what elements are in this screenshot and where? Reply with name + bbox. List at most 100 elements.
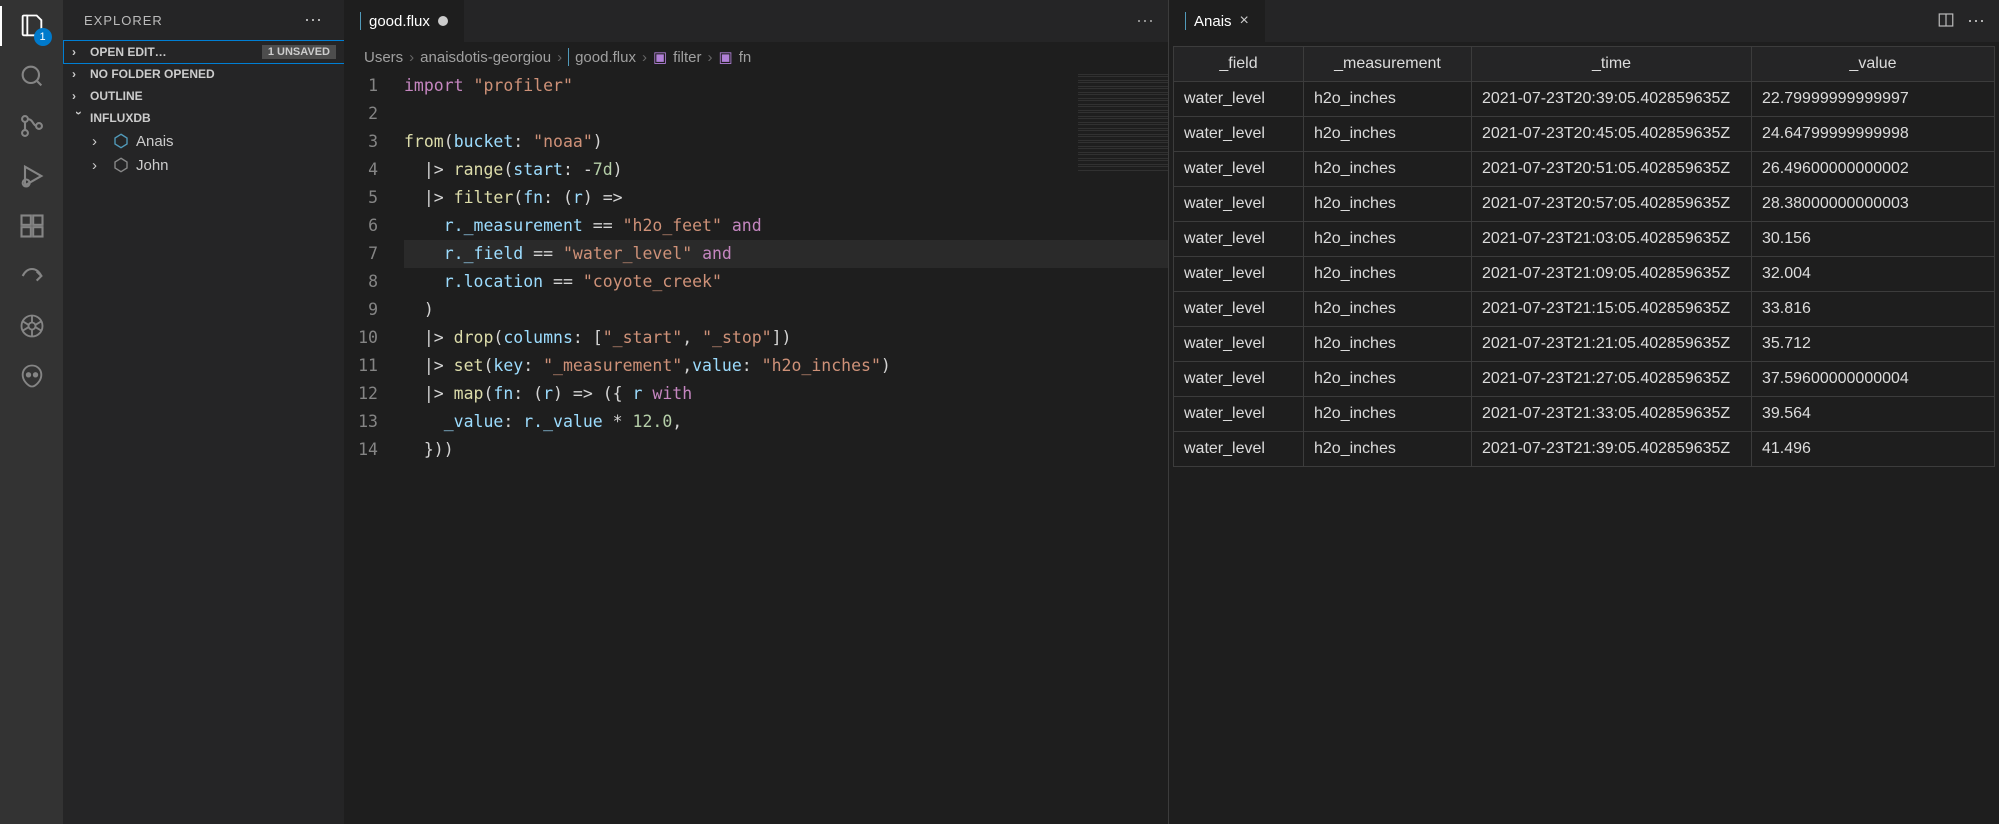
table-cell: 28.38000000000003 (1752, 187, 1995, 222)
chevron-right-icon: › (92, 133, 106, 150)
code-line[interactable] (404, 100, 1168, 128)
open-editors-section[interactable]: › OPEN EDIT… 1 UNSAVED (64, 41, 344, 63)
table-row[interactable]: water_levelh2o_inches2021-07-23T20:39:05… (1174, 82, 1995, 117)
table-cell: h2o_inches (1304, 222, 1472, 257)
line-gutter: 1234567891011121314 (344, 72, 404, 824)
code-content[interactable]: import "profiler" from(bucket: "noaa") |… (404, 72, 1168, 824)
main-split: good.flux ⋯ Users› anaisdotis-georgiou› … (344, 0, 1999, 824)
results-table-wrap[interactable]: _field_measurement_time_value water_leve… (1169, 42, 1999, 824)
table-row[interactable]: water_levelh2o_inches2021-07-23T21:15:05… (1174, 292, 1995, 327)
tab-anais-data[interactable]: Anais × (1169, 0, 1266, 42)
minimap[interactable] (1078, 72, 1168, 172)
table-cell: 2021-07-23T21:15:05.402859635Z (1472, 292, 1752, 327)
table-row[interactable]: water_levelh2o_inches2021-07-23T21:33:05… (1174, 397, 1995, 432)
code-line[interactable]: |> map(fn: (r) => ({ r with (404, 380, 1168, 408)
table-cell: h2o_inches (1304, 292, 1472, 327)
symbol-icon: ▣ (719, 48, 733, 66)
code-line[interactable]: from(bucket: "noaa") (404, 128, 1168, 156)
line-number: 11 (344, 352, 378, 380)
tree-item-label: John (136, 157, 169, 174)
column-header[interactable]: _field (1174, 47, 1304, 82)
code-editor[interactable]: 1234567891011121314 import "profiler" fr… (344, 72, 1168, 824)
table-row[interactable]: water_levelh2o_inches2021-07-23T21:27:05… (1174, 362, 1995, 397)
table-cell: h2o_inches (1304, 432, 1472, 467)
kubernetes-icon[interactable] (16, 310, 48, 342)
no-folder-section[interactable]: › NO FOLDER OPENED (64, 63, 344, 85)
open-editors-label: OPEN EDIT… (90, 45, 167, 59)
flux-file-icon (1185, 13, 1186, 30)
editor-more-icon[interactable]: ⋯ (1136, 11, 1156, 32)
table-row[interactable]: water_levelh2o_inches2021-07-23T21:21:05… (1174, 327, 1995, 362)
table-cell: 2021-07-23T20:39:05.402859635Z (1472, 82, 1752, 117)
breadcrumb-seg[interactable]: fn (739, 49, 752, 66)
column-header[interactable]: _value (1752, 47, 1995, 82)
table-cell: 2021-07-23T21:21:05.402859635Z (1472, 327, 1752, 362)
code-line[interactable]: r._field == "water_level" and (404, 240, 1168, 268)
code-line[interactable]: import "profiler" (404, 72, 1168, 100)
tree-item-anais[interactable]: › Anais (64, 129, 344, 153)
code-line[interactable]: _value: r._value * 12.0, (404, 408, 1168, 436)
table-row[interactable]: water_levelh2o_inches2021-07-23T20:51:05… (1174, 152, 1995, 187)
table-cell: h2o_inches (1304, 362, 1472, 397)
influxdb-section[interactable]: › INFLUXDB (64, 107, 344, 129)
table-row[interactable]: water_levelh2o_inches2021-07-23T20:57:05… (1174, 187, 1995, 222)
table-cell: 2021-07-23T21:03:05.402859635Z (1472, 222, 1752, 257)
table-cell: water_level (1174, 82, 1304, 117)
bucket-icon (112, 156, 130, 174)
breadcrumb-seg[interactable]: filter (673, 49, 701, 66)
close-icon[interactable]: × (1240, 12, 1249, 30)
source-control-icon[interactable] (16, 110, 48, 142)
sidebar-title: EXPLORER ⋯ (64, 0, 344, 41)
explorer-icon[interactable]: 1 (16, 10, 48, 42)
run-debug-icon[interactable] (16, 160, 48, 192)
table-row[interactable]: water_levelh2o_inches2021-07-23T21:39:05… (1174, 432, 1995, 467)
table-cell: 32.004 (1752, 257, 1995, 292)
breadcrumb-seg[interactable]: Users (364, 49, 403, 66)
code-line[interactable]: |> filter(fn: (r) => (404, 184, 1168, 212)
bucket-icon (112, 132, 130, 150)
table-cell: 22.79999999999997 (1752, 82, 1995, 117)
outline-section[interactable]: › OUTLINE (64, 85, 344, 107)
table-row[interactable]: water_levelh2o_inches2021-07-23T21:09:05… (1174, 257, 1995, 292)
code-line[interactable]: })) (404, 436, 1168, 464)
chevron-right-icon: › (72, 45, 86, 59)
code-line[interactable]: r._measurement == "h2o_feet" and (404, 212, 1168, 240)
table-cell: 24.64799999999998 (1752, 117, 1995, 152)
panel-more-icon[interactable]: ⋯ (1967, 11, 1987, 32)
table-cell: water_level (1174, 222, 1304, 257)
explorer-badge: 1 (34, 28, 52, 46)
table-cell: 2021-07-23T21:33:05.402859635Z (1472, 397, 1752, 432)
split-editor-icon[interactable] (1937, 11, 1955, 32)
code-line[interactable]: ) (404, 296, 1168, 324)
table-cell: water_level (1174, 327, 1304, 362)
breadcrumb-seg[interactable]: good.flux (575, 49, 636, 66)
table-cell: h2o_inches (1304, 397, 1472, 432)
influxdb-label: INFLUXDB (90, 111, 151, 125)
table-cell: h2o_inches (1304, 152, 1472, 187)
alien-icon[interactable] (16, 360, 48, 392)
table-cell: 2021-07-23T20:51:05.402859635Z (1472, 152, 1752, 187)
code-line[interactable]: |> range(start: -7d) (404, 156, 1168, 184)
line-number: 13 (344, 408, 378, 436)
table-cell: 26.49600000000002 (1752, 152, 1995, 187)
sidebar-more-icon[interactable]: ⋯ (304, 10, 324, 31)
breadcrumb[interactable]: Users› anaisdotis-georgiou› good.flux› ▣… (344, 42, 1168, 72)
column-header[interactable]: _time (1472, 47, 1752, 82)
table-cell: water_level (1174, 257, 1304, 292)
code-line[interactable]: r.location == "coyote_creek" (404, 268, 1168, 296)
line-number: 14 (344, 436, 378, 464)
share-icon[interactable] (16, 260, 48, 292)
table-cell: h2o_inches (1304, 82, 1472, 117)
search-icon[interactable] (16, 60, 48, 92)
column-header[interactable]: _measurement (1304, 47, 1472, 82)
results-table: _field_measurement_time_value water_leve… (1173, 46, 1995, 467)
tab-good-flux[interactable]: good.flux (344, 0, 465, 42)
code-line[interactable]: |> set(key: "_measurement",value: "h2o_i… (404, 352, 1168, 380)
table-row[interactable]: water_levelh2o_inches2021-07-23T20:45:05… (1174, 117, 1995, 152)
table-cell: 2021-07-23T21:27:05.402859635Z (1472, 362, 1752, 397)
tree-item-john[interactable]: › John (64, 153, 344, 177)
table-row[interactable]: water_levelh2o_inches2021-07-23T21:03:05… (1174, 222, 1995, 257)
breadcrumb-seg[interactable]: anaisdotis-georgiou (420, 49, 551, 66)
code-line[interactable]: |> drop(columns: ["_start", "_stop"]) (404, 324, 1168, 352)
extensions-icon[interactable] (16, 210, 48, 242)
